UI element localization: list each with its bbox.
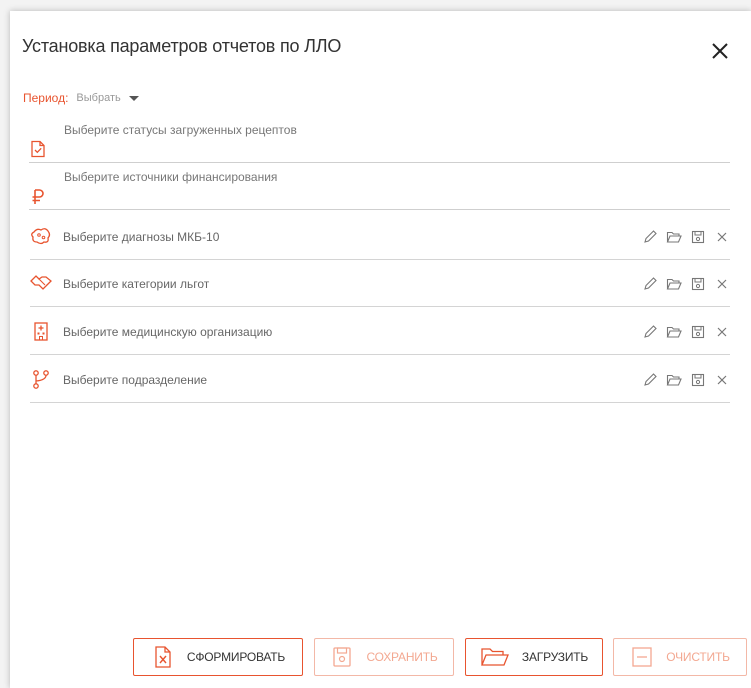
- row-actions: [642, 229, 730, 245]
- folder-open-icon[interactable]: [666, 372, 682, 388]
- branch-icon: [30, 369, 52, 389]
- generate-button-label: СФОРМИРОВАТЬ: [186, 650, 286, 664]
- pencil-icon[interactable]: [642, 229, 658, 245]
- save-button[interactable]: СОХРАНИТЬ: [314, 638, 454, 676]
- period-value[interactable]: Выбрать: [76, 92, 120, 104]
- pencil-icon[interactable]: [642, 324, 658, 340]
- report-params-dialog: Установка параметров отчетов по ЛЛО Пери…: [10, 11, 751, 688]
- close-icon[interactable]: [709, 40, 731, 62]
- hospital-icon: [30, 321, 52, 341]
- row-placeholder: Выберите диагнозы МКБ-10: [63, 230, 220, 244]
- row-actions: [642, 324, 730, 340]
- row-actions: [642, 276, 730, 292]
- caret-down-icon[interactable]: [128, 95, 139, 101]
- remove-icon[interactable]: [714, 372, 730, 388]
- clear-button-label: ОЧИСТИТЬ: [666, 650, 730, 664]
- remove-icon[interactable]: [714, 229, 730, 245]
- period-label: Период:: [23, 91, 69, 105]
- generate-button[interactable]: СФОРМИРОВАТЬ: [133, 638, 303, 676]
- remove-icon[interactable]: [714, 324, 730, 340]
- save-icon[interactable]: [690, 372, 706, 388]
- funding-sources-placeholder: Выберите источники финансирования: [64, 170, 278, 184]
- load-button[interactable]: ЗАГРУЗИТЬ: [465, 638, 603, 676]
- save-icon[interactable]: [690, 324, 706, 340]
- period-selector[interactable]: Период: Выбрать: [23, 91, 139, 105]
- clear-button[interactable]: ОЧИСТИТЬ: [613, 638, 747, 676]
- row-placeholder: Выберите медицинскую организацию: [63, 325, 273, 339]
- save-icon[interactable]: [690, 229, 706, 245]
- virus-icon: [30, 226, 52, 246]
- pencil-icon[interactable]: [642, 372, 658, 388]
- statuses-placeholder: Выберите статусы загруженных рецептов: [64, 123, 297, 137]
- folder-open-icon[interactable]: [666, 324, 682, 340]
- handshake-icon: [30, 273, 52, 293]
- save-button-label: СОХРАНИТЬ: [366, 650, 438, 664]
- excel-file-icon: [151, 645, 175, 669]
- dialog-title: Установка параметров отчетов по ЛЛО: [22, 36, 342, 56]
- save-icon[interactable]: [690, 276, 706, 292]
- row-actions: [642, 372, 730, 388]
- statuses-field[interactable]: Выберите статусы загруженных рецептов: [29, 116, 730, 163]
- funding-sources-field[interactable]: Выберите источники финансирования: [29, 164, 730, 210]
- diagnoses-row[interactable]: Выберите диагнозы МКБ-10: [30, 214, 730, 260]
- row-placeholder: Выберите категории льгот: [63, 277, 210, 291]
- benefit-categories-row[interactable]: Выберите категории льгот: [30, 261, 730, 307]
- subdivision-row[interactable]: Выберите подразделение: [30, 357, 730, 403]
- remove-icon[interactable]: [714, 276, 730, 292]
- load-button-label: ЗАГРУЗИТЬ: [521, 650, 589, 664]
- folder-open-icon: [480, 645, 510, 669]
- row-placeholder: Выберите подразделение: [63, 373, 208, 387]
- folder-open-icon[interactable]: [666, 276, 682, 292]
- document-check-icon: [29, 140, 47, 158]
- folder-open-icon[interactable]: [666, 229, 682, 245]
- pencil-icon[interactable]: [642, 276, 658, 292]
- minus-square-icon: [630, 645, 654, 669]
- medical-organization-row[interactable]: Выберите медицинскую организацию: [30, 309, 730, 355]
- save-icon: [330, 645, 354, 669]
- ruble-icon: [29, 188, 47, 206]
